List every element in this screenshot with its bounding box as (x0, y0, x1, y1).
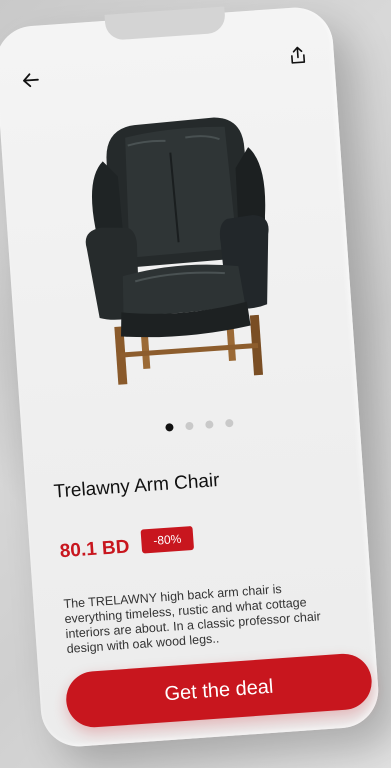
product-description: The TRELAWNY high back arm chair is ever… (63, 581, 322, 657)
share-button[interactable] (283, 41, 313, 71)
carousel-dot-3[interactable] (205, 420, 214, 429)
carousel-dot-2[interactable] (185, 421, 194, 431)
arrow-left-icon (23, 73, 39, 88)
phone-notch (104, 6, 227, 41)
back-button[interactable] (16, 65, 46, 95)
carousel-dot-1[interactable] (165, 423, 174, 432)
carousel-dot-4[interactable] (225, 418, 234, 428)
phone-frame: Trelawny Arm Chair 80.1 BD -80% The TREL… (0, 5, 381, 749)
get-deal-button[interactable]: Get the deal (64, 651, 374, 730)
product-title: Trelawny Arm Chair (52, 470, 221, 503)
discount-badge: -80% (140, 525, 195, 554)
product-image (85, 117, 269, 385)
product-price: 80.1 BD (59, 536, 131, 563)
carousel-indicator (165, 418, 234, 432)
share-icon (291, 46, 306, 64)
